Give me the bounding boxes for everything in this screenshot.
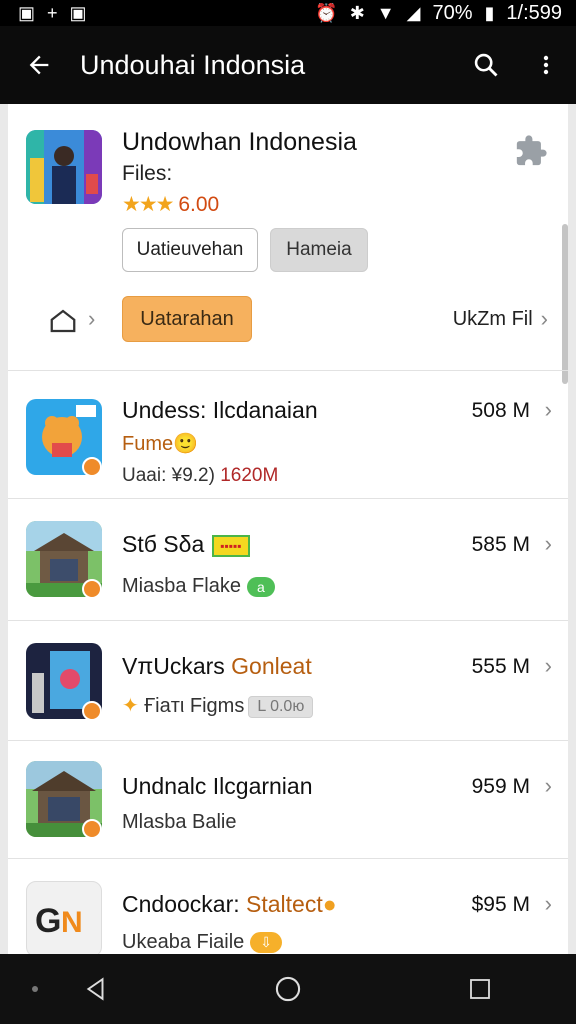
item-meta: Uaai: ¥9.2) 1620M — [122, 465, 279, 486]
list-item[interactable]: VπUckars Gonleat ✦ Ғiaтι Figms L 0.0ю 555… — [8, 621, 568, 741]
chevron-right-icon: › — [544, 531, 552, 556]
overflow-menu-button[interactable] — [516, 26, 576, 104]
rating-value: 6.00 — [178, 193, 220, 216]
item-title: VπUckars Gonleat — [122, 653, 312, 679]
back-button[interactable] — [0, 26, 78, 104]
download-button[interactable]: Uatarahan — [122, 296, 252, 342]
list-item[interactable]: Stб Sδa ▪▪▪▪▪ Miasba Flake a 585 M › — [8, 499, 568, 621]
item-subtitle: Mlasba Balie — [122, 811, 237, 833]
header-link-label: UkZm Fil — [452, 307, 533, 330]
clock: 1/:599 — [506, 1, 562, 24]
app-icon — [26, 130, 102, 204]
content-card[interactable]: Undowhan Indonesia Files: ★★★ 6.00 Uatie… — [8, 104, 568, 954]
nav-home-icon — [275, 976, 301, 1002]
search-icon — [474, 53, 498, 77]
item-size: $95 M — [471, 893, 530, 916]
chevron-right-icon: › — [544, 397, 552, 422]
image-icon: ▣ — [69, 3, 87, 23]
search-button[interactable] — [456, 26, 516, 104]
plus-icon: + — [47, 3, 58, 23]
badge-icon — [82, 457, 102, 477]
version-badge: L 0.0ю — [248, 695, 314, 718]
alarm-icon: ⏰ — [315, 3, 338, 23]
nav-indicator-dot — [32, 986, 38, 992]
chevron-right-icon: › — [544, 653, 552, 678]
battery-icon: ▮ — [484, 3, 495, 23]
item-size: 508 M — [471, 399, 530, 422]
download-badge: ⇩ — [250, 932, 283, 954]
item-subtitle: Miasba Flake a — [122, 575, 275, 598]
list-item[interactable]: Undnalc Ilcgarnian Mlasba Balie 959 M › — [8, 741, 568, 859]
battery-text: 70% — [432, 1, 473, 24]
svg-text:G: G — [35, 902, 61, 940]
more-vert-icon — [543, 55, 549, 75]
wifi-icon: ▼ — [376, 3, 395, 23]
promo-tag: ▪▪▪▪▪ — [212, 534, 250, 557]
badge-icon — [82, 701, 102, 721]
item-subtitle: Fume🙂 — [122, 433, 199, 455]
chevron-right-icon: › — [88, 306, 96, 331]
nav-recents-icon — [470, 979, 490, 999]
secondary-gray-button[interactable]: Hameia — [270, 228, 368, 272]
nav-home-button[interactable] — [258, 959, 318, 1019]
item-icon: G N — [26, 881, 102, 954]
gallery-icon: ▣ — [18, 3, 36, 23]
app-subtitle: Files: — [122, 162, 173, 185]
app-title: Undowhan Indonesia — [122, 128, 357, 156]
item-subtitle: ✦ Ғiaтι Figms L 0.0ю — [122, 693, 314, 718]
nav-recents-button[interactable] — [450, 959, 510, 1019]
list-item[interactable]: G N Cndoockar: Staltect● Ukeaba Fiaile ⇩ … — [8, 859, 568, 954]
chevron-right-icon: › — [544, 891, 552, 916]
smiley-icon: 🙂 — [173, 433, 199, 455]
svg-text:N: N — [61, 906, 83, 939]
badge-icon — [82, 819, 102, 839]
chevron-right-icon: › — [540, 306, 548, 331]
primary-outline-button[interactable]: Uatieuvehan — [122, 228, 258, 272]
app-rating: ★★★ 6.00 — [122, 192, 219, 217]
list-item[interactable]: Undess: Ilcdanaian Fume🙂 Uaai: ¥9.2) 162… — [8, 371, 568, 499]
item-title: Undess: Ilcdanaian — [122, 397, 318, 423]
status-bar: ▣ + ▣ ⏰ ✱ ▼ ◢ 70% ▮ 1/:599 — [0, 0, 576, 26]
item-size: 555 M — [471, 655, 530, 678]
home-icon[interactable] — [48, 306, 78, 336]
badge-icon — [82, 579, 102, 599]
app-header-section: Undowhan Indonesia Files: ★★★ 6.00 Uatie… — [8, 104, 568, 371]
item-title: Stб Sδa ▪▪▪▪▪ — [122, 531, 250, 558]
item-size: 585 M — [471, 533, 530, 556]
signal-icon: ◢ — [406, 3, 421, 23]
flame-icon: ✦ — [122, 695, 139, 717]
page-title: Undouhai Indonsia — [80, 49, 306, 80]
bluetooth-icon: ✱ — [349, 3, 365, 23]
nav-back-icon — [86, 977, 104, 1001]
system-nav-bar — [0, 954, 576, 1024]
app-toolbar: Undouhai Indonsia — [0, 26, 576, 104]
item-title: Undnalc Ilcgarnian — [122, 773, 313, 799]
chevron-right-icon: › — [544, 773, 552, 798]
nav-back-button[interactable] — [66, 959, 126, 1019]
back-arrow-icon — [29, 55, 49, 75]
puzzle-icon[interactable] — [514, 134, 548, 168]
item-subtitle: Ukeaba Fiaile ⇩ — [122, 931, 283, 954]
item-size: 959 M — [471, 775, 530, 798]
item-title: Cndoockar: Staltect● — [122, 891, 337, 917]
header-link[interactable]: UkZm Fil › — [453, 306, 548, 332]
status-badge: a — [246, 576, 275, 597]
coin-icon: ● — [322, 891, 337, 917]
rating-stars: ★★★ — [122, 193, 175, 216]
